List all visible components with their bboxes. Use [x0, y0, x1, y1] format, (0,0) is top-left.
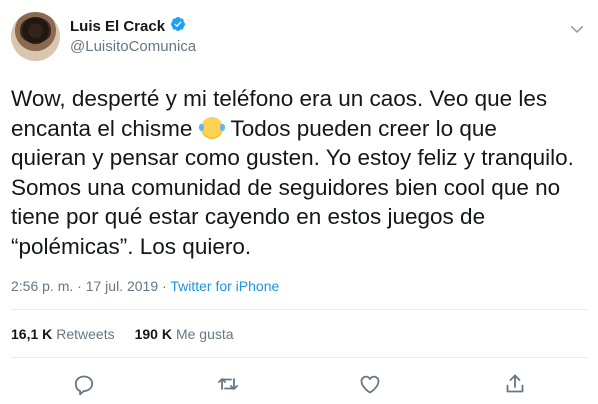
- retweet-icon[interactable]: [216, 372, 240, 396]
- tweet-header: Luis El Crack @LuisitoComunica: [11, 12, 196, 61]
- tweet-stats: 16,1 K Retweets 190 K Me gusta: [11, 326, 234, 342]
- display-name[interactable]: Luis El Crack: [70, 17, 165, 37]
- retweets-count: 16,1 K: [11, 326, 53, 342]
- retweets-stat[interactable]: 16,1 K Retweets: [11, 326, 115, 342]
- retweets-label: Retweets: [56, 326, 115, 342]
- divider-bottom: [11, 357, 587, 358]
- likes-count: 190 K: [134, 326, 172, 342]
- user-handle[interactable]: @LuisitoComunica: [70, 37, 196, 57]
- tweet-source-link[interactable]: Twitter for iPhone: [170, 278, 279, 294]
- tweet-meta: 2:56 p. m. · 17 jul. 2019 · Twitter for …: [11, 277, 279, 295]
- tweet-actions: [0, 372, 598, 396]
- meta-separator: ·: [73, 278, 86, 294]
- tweet-text: Wow, desperté y mi teléfono era un caos.…: [11, 84, 591, 261]
- divider-top: [11, 309, 587, 310]
- like-icon[interactable]: [358, 372, 382, 396]
- tweet-time[interactable]: 2:56 p. m.: [11, 278, 73, 294]
- share-icon[interactable]: [503, 372, 527, 396]
- chevron-down-icon[interactable]: [568, 20, 586, 38]
- name-row: Luis El Crack: [70, 16, 196, 37]
- verified-badge-icon: [170, 16, 186, 37]
- likes-label: Me gusta: [175, 326, 234, 342]
- user-names: Luis El Crack @LuisitoComunica: [70, 16, 196, 57]
- tweet-date[interactable]: 17 jul. 2019: [86, 278, 158, 294]
- likes-stat[interactable]: 190 K Me gusta: [135, 326, 234, 342]
- meta-separator-2: ·: [158, 278, 171, 294]
- reply-icon[interactable]: [72, 372, 96, 396]
- avatar[interactable]: [11, 12, 60, 61]
- face-with-tears-of-joy-icon: [198, 116, 225, 139]
- tweet-card: Luis El Crack @LuisitoComunica Wow, desp…: [0, 0, 598, 404]
